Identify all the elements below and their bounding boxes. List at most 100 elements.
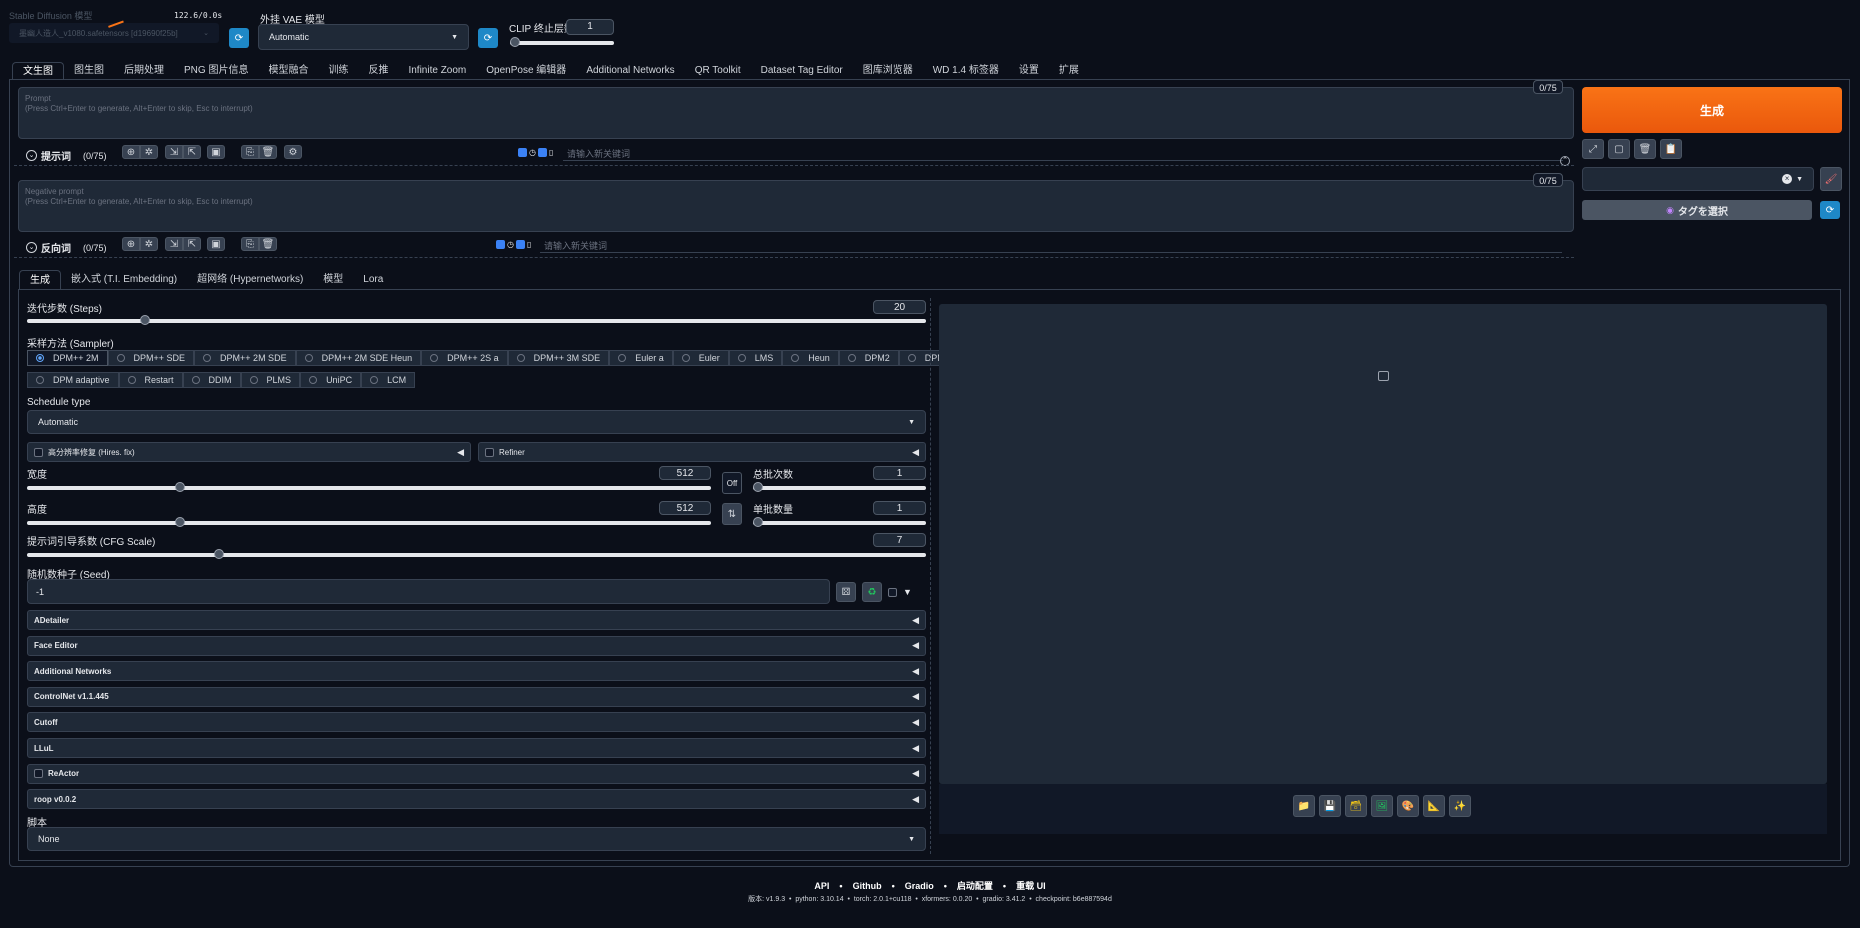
refresh-model-button[interactable]: ⟳ [229, 28, 249, 48]
footer-link[interactable]: 启动配置 [957, 879, 993, 892]
sampler-option[interactable]: DPM adaptive [27, 372, 119, 388]
sampler-option[interactable]: DPM++ 2S a [421, 350, 508, 366]
send-to-img2img-icon[interactable]: 🖼 [1371, 795, 1393, 817]
negative-keyword-input[interactable]: 请输入新关键词 [540, 239, 1562, 253]
sampler-option[interactable]: Heun [782, 350, 839, 366]
subtab-1[interactable]: 嵌入式 (T.I. Embedding) [61, 270, 187, 290]
footer-link[interactable]: Github [853, 881, 882, 891]
sampler-option[interactable]: LMS [728, 350, 783, 366]
accordion-reactor[interactable]: ReActor ◀ [27, 763, 926, 784]
clear-icon[interactable]: × [1782, 174, 1793, 184]
hires-fix-checkbox[interactable] [34, 447, 43, 457]
cfg-slider-thumb[interactable] [214, 549, 224, 559]
vae-dropdown[interactable]: Automatic ▼ [258, 24, 469, 50]
tab-6[interactable]: 反推 [358, 62, 398, 80]
refiner-checkbox[interactable] [485, 447, 494, 457]
settings-icon[interactable]: ✲ [140, 237, 158, 251]
sampler-option[interactable]: DPM2 [838, 350, 899, 366]
negative-prompt-area[interactable]: Negative prompt (Press Ctrl+Enter to gen… [18, 180, 1574, 232]
copy-icon[interactable]: ⎘ [241, 237, 259, 251]
steps-slider[interactable] [27, 315, 926, 325]
clock-icon[interactable]: ◷ [529, 148, 536, 157]
send-to-inpaint-icon[interactable]: 🎨 [1397, 795, 1419, 817]
sampler-option[interactable]: DPM++ 2M [27, 350, 108, 366]
tab-15[interactable]: 扩展 [1049, 62, 1089, 80]
steps-value-input[interactable]: 20 [873, 300, 926, 314]
settings-icon[interactable]: ✲ [140, 145, 158, 159]
history-icon[interactable]: ▣ [207, 237, 225, 251]
subtab-2[interactable]: 超网络 (Hypernetworks) [187, 270, 313, 290]
clock-icon[interactable]: ◷ [507, 240, 514, 249]
reactor-checkbox[interactable] [34, 769, 43, 779]
tab-9[interactable]: Additional Networks [576, 62, 684, 80]
batch-size-slider-thumb[interactable] [753, 517, 763, 527]
sampler-option[interactable]: DPM++ 2M SDE Heun [295, 350, 422, 366]
trash-icon[interactable]: 🗑 [259, 237, 277, 251]
tab-10[interactable]: QR Toolkit [685, 62, 751, 80]
tab-5[interactable]: 训练 [318, 62, 358, 80]
height-slider-thumb[interactable] [175, 517, 185, 527]
aspect-off-button[interactable]: Off [722, 472, 742, 494]
output-gallery[interactable] [939, 304, 1827, 784]
history-icon[interactable]: ▣ [207, 145, 225, 159]
upscale-sparkle-icon[interactable]: ✨ [1449, 795, 1471, 817]
subtab-4[interactable]: Lora [353, 270, 393, 290]
tab-7[interactable]: Infinite Zoom [398, 62, 476, 80]
tab-13[interactable]: WD 1.4 标签器 [923, 62, 1009, 80]
accordion-additional-networks[interactable]: Additional Networks ◀ [27, 661, 926, 682]
prompt-keyword-input[interactable]: 请输入新关键词 [563, 147, 1563, 161]
tab-11[interactable]: Dataset Tag Editor [751, 62, 853, 80]
tab-14[interactable]: 设置 [1009, 62, 1049, 80]
accordion-cutoff[interactable]: Cutoff ◀ [27, 712, 926, 733]
import-icon[interactable]: ⇲ [165, 237, 183, 251]
folder-icon[interactable]: 📁 [1293, 795, 1315, 817]
batch-size-slider[interactable] [753, 517, 926, 527]
tab-1[interactable]: 图生图 [64, 62, 114, 80]
batch-count-slider-thumb[interactable] [753, 482, 763, 492]
import-icon[interactable]: ⇲ [165, 145, 183, 159]
collapse-icon[interactable]: ⌄ [26, 242, 37, 253]
frame-icon[interactable]: ▯ [527, 240, 531, 249]
width-slider-thumb[interactable] [175, 482, 185, 492]
accordion-controlnet-v1-1-445[interactable]: ControlNet v1.1.445 ◀ [27, 686, 926, 707]
tab-8[interactable]: OpenPose 编辑器 [476, 62, 576, 80]
accordion-llul[interactable]: LLuL ◀ [27, 738, 926, 758]
hires-fix-accordion[interactable]: 高分辨率修复 (Hires. fix) ◀ [27, 442, 471, 462]
steps-slider-thumb[interactable] [140, 315, 150, 325]
schedule-dropdown[interactable]: Automatic ▼ [27, 410, 926, 434]
keyword-checkbox-2[interactable] [515, 240, 525, 249]
collapse-icon[interactable]: ⌄ [26, 150, 37, 161]
export-icon[interactable]: ⇱ [183, 145, 201, 159]
tab-0[interactable]: 文生图 [12, 62, 64, 80]
sampler-option[interactable]: DDIM [182, 372, 241, 388]
sampler-option[interactable]: Restart [118, 372, 183, 388]
footer-link[interactable]: Gradio [905, 881, 934, 891]
trash-icon[interactable]: 🗑 [1634, 139, 1656, 159]
refiner-accordion[interactable]: Refiner ◀ [478, 442, 926, 462]
clipboard-icon[interactable]: 📋 [1660, 139, 1682, 159]
script-dropdown[interactable]: None ▼ [27, 827, 926, 851]
clip-slider-thumb[interactable] [510, 37, 520, 47]
frame-icon[interactable]: ▯ [549, 148, 553, 157]
save-icon[interactable]: 💾 [1319, 795, 1341, 817]
tab-12[interactable]: 图库浏览器 [853, 62, 923, 80]
prompt-area[interactable]: Prompt (Press Ctrl+Enter to generate, Al… [18, 87, 1574, 139]
clip-slider[interactable] [510, 37, 614, 47]
batch-size-value-input[interactable]: 1 [873, 501, 926, 515]
sampler-option[interactable]: UniPC [300, 372, 362, 388]
clip-value-input[interactable]: 1 [566, 19, 614, 35]
keyword-checkbox-1[interactable] [518, 148, 527, 157]
random-seed-button[interactable]: ⚄ [836, 582, 856, 602]
generate-button[interactable]: 生成 [1582, 87, 1842, 133]
cfg-value-input[interactable]: 7 [873, 533, 926, 547]
tab-3[interactable]: PNG 图片信息 [174, 62, 258, 80]
arrow-expand-icon[interactable]: ⤢ [1582, 139, 1604, 159]
trash-icon[interactable]: 🗑 [259, 145, 277, 159]
extra-seed-toggle-icon[interactable]: ▼ [903, 587, 912, 597]
accordion-roop-v0-0-2[interactable]: roop v0.0.2 ◀ [27, 789, 926, 810]
gear-icon[interactable]: ⚙ [284, 145, 302, 159]
sampler-option[interactable]: Euler [672, 350, 729, 366]
sampler-option[interactable]: DPM++ SDE [107, 350, 195, 366]
subtab-3[interactable]: 模型 [313, 270, 353, 290]
keyword-checkbox-2[interactable] [537, 148, 547, 157]
